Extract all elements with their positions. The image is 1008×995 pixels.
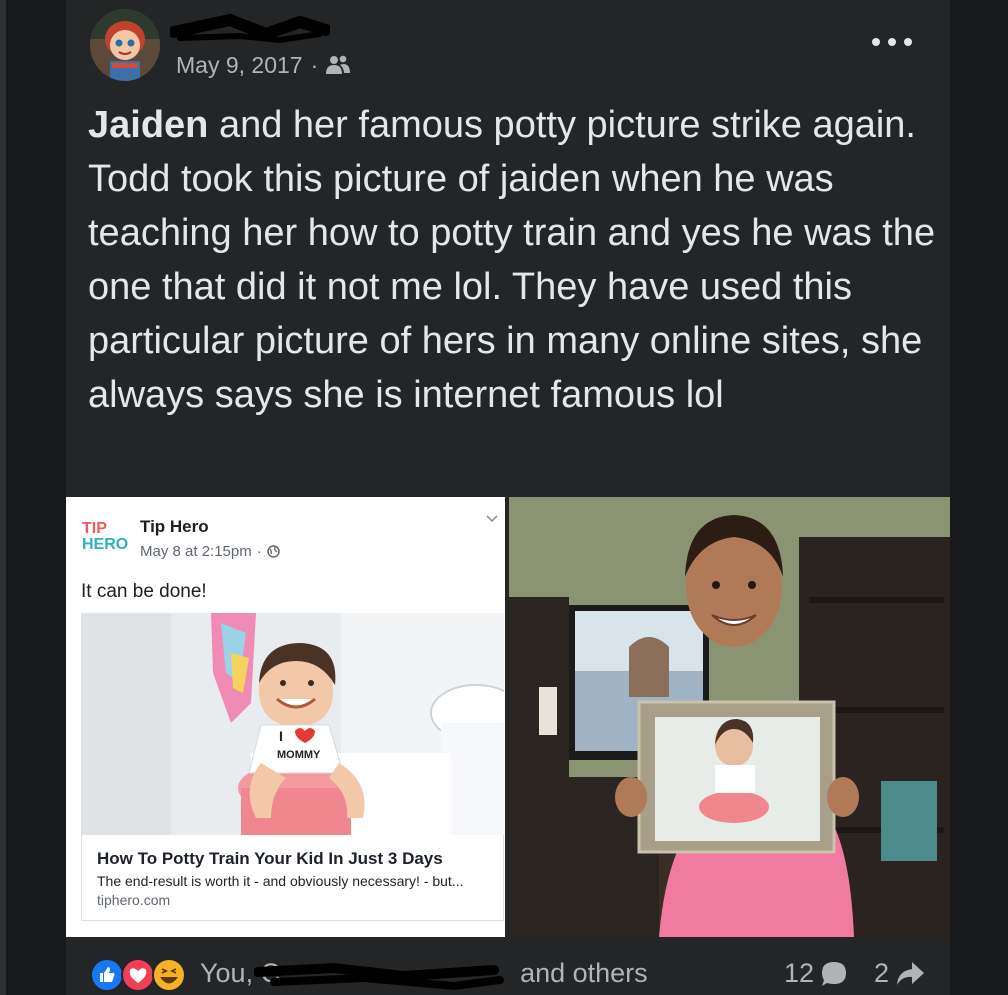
share-count-button[interactable]: 2 <box>874 958 925 989</box>
tiphero-logo: TIP HERO <box>82 521 132 553</box>
haha-icon <box>152 958 186 992</box>
comment-count-button[interactable]: 12 <box>784 958 848 989</box>
link-title: How To Potty Train Your Kid In Just 3 Da… <box>97 849 443 868</box>
comment-count: 12 <box>784 958 815 988</box>
post-meta: May 9, 2017 · <box>176 51 351 79</box>
link-domain: tiphero.com <box>97 892 171 908</box>
post-text: Jaiden and her famous potty picture stri… <box>88 98 938 422</box>
left-edge <box>0 0 6 995</box>
redacted-reaction-names <box>254 962 504 991</box>
globe-icon <box>266 545 280 558</box>
more-options-button[interactable] <box>872 30 912 54</box>
svg-text:MOMMY: MOMMY <box>277 749 321 761</box>
author-avatar[interactable] <box>90 9 160 81</box>
post-footer: You, Cand others 12 2 <box>66 950 950 995</box>
tiphero-page-name: Tip Hero <box>140 517 209 536</box>
chevron-down-icon <box>486 515 498 523</box>
post-text-body: and her famous potty picture strike agai… <box>88 104 936 416</box>
more-dot <box>872 38 880 46</box>
more-dot <box>888 38 896 46</box>
post-card: May 9, 2017 · Jaiden and her famous pott… <box>66 0 950 995</box>
friends-icon <box>326 55 351 74</box>
share-count: 2 <box>874 958 890 988</box>
comment-icon <box>822 961 847 986</box>
tiphero-logo-line2: HERO <box>82 536 129 553</box>
share-icon <box>897 961 925 985</box>
post-text-bold: Jaiden <box>88 104 209 146</box>
left-margin <box>0 0 66 995</box>
meta-separator: · <box>310 51 319 78</box>
tiphero-post-time: May 8 at 2:15pm · <box>140 543 280 560</box>
tiphero-caption: It can be done! <box>81 581 207 602</box>
reaction-icons[interactable] <box>90 958 190 992</box>
tiphero-link-preview[interactable]: How To Potty Train Your Kid In Just 3 Da… <box>81 835 504 921</box>
more-dot <box>904 38 912 46</box>
redacted-author-name <box>170 13 330 44</box>
photo-girl-with-frame[interactable] <box>509 497 950 937</box>
tiphero-toddler-image: I MOMMY <box>81 613 504 835</box>
tiphero-logo-line1: TIP <box>82 520 107 537</box>
svg-text:I: I <box>279 728 283 744</box>
reaction-names-end: and others <box>520 958 648 988</box>
photo-tiphero-screenshot[interactable]: TIP HERO Tip Hero May 8 at 2:15pm · It c… <box>66 497 505 937</box>
tiphero-time-dot: · <box>256 543 262 560</box>
right-margin <box>950 0 1008 995</box>
post-date[interactable]: May 9, 2017 <box>176 52 303 79</box>
tiphero-time-text: May 8 at 2:15pm <box>140 543 252 560</box>
link-description: The end-result is worth it - and obvious… <box>97 873 464 889</box>
